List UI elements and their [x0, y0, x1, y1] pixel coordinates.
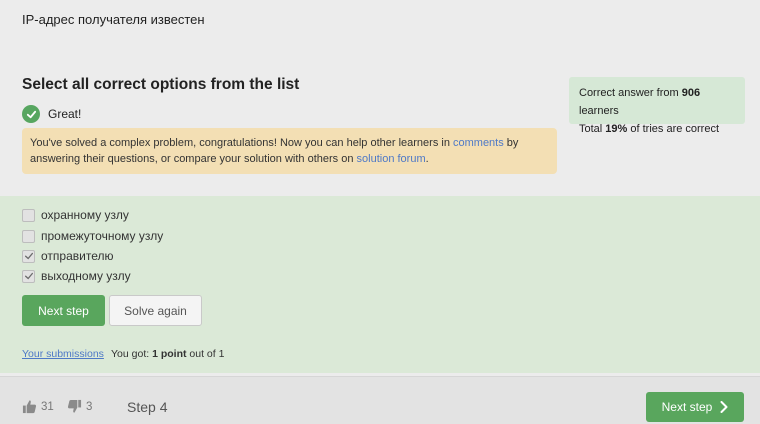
your-submissions-link[interactable]: Your submissions	[22, 348, 104, 360]
chevron-right-icon	[720, 401, 728, 413]
score-suffix: out of 1	[186, 348, 225, 360]
option-label: промежуточному узлу	[41, 229, 164, 243]
footer-next-step-button[interactable]: Next step	[646, 392, 744, 422]
notice-text-3: .	[425, 153, 429, 165]
correct-percent: 19%	[605, 123, 628, 135]
footer-next-label: Next step	[661, 400, 713, 414]
notice-text-1: You've solved a complex problem, congrat…	[30, 137, 453, 149]
question-text: IP-адрес получателя известен	[22, 12, 205, 27]
stats-panel: Correct answer from 906 learners Total 1…	[569, 77, 745, 135]
option-checkbox[interactable]	[22, 249, 35, 263]
thumbs-up-icon	[22, 400, 37, 414]
checkmark-icon	[24, 252, 33, 260]
option-label: выходному узлу	[41, 269, 131, 283]
question-heading: Select all correct options from the list	[22, 76, 300, 93]
option-0[interactable]: охранному узлу	[22, 208, 129, 222]
option-checkbox[interactable]	[22, 229, 35, 243]
option-label: отправителю	[41, 249, 114, 263]
like-count: 31	[41, 400, 54, 413]
congrats-notice: You've solved a complex problem, congrat…	[22, 128, 557, 174]
success-check-icon	[22, 105, 40, 123]
option-checkbox[interactable]	[22, 208, 35, 222]
next-step-button[interactable]: Next step	[22, 295, 105, 326]
option-label: охранному узлу	[41, 208, 129, 222]
step-label: Step 4	[127, 399, 168, 415]
stats-learners-suffix: learners	[579, 105, 619, 117]
option-2[interactable]: отправителю	[22, 249, 113, 263]
option-3[interactable]: выходному узлу	[22, 269, 131, 283]
stats-percent-prefix: Total	[579, 123, 606, 135]
stats-learners-prefix: Correct answer from	[579, 87, 682, 99]
comments-link[interactable]: comments	[453, 137, 504, 149]
option-checkbox[interactable]	[22, 269, 35, 283]
stats-percent: Total 19% of tries are correct	[579, 120, 735, 138]
checkmark-icon	[24, 272, 33, 280]
option-1[interactable]: промежуточному узлу	[22, 229, 163, 243]
like-button[interactable]: 31	[22, 399, 54, 414]
thumbs-down-icon	[67, 399, 82, 413]
score-points: 1 point	[152, 348, 187, 360]
footer-bar: 31 3 Step 4 Next step	[0, 376, 760, 424]
result-status: Great!	[22, 105, 81, 123]
dislike-count: 3	[86, 400, 93, 413]
great-label: Great!	[48, 107, 82, 121]
answer-area	[0, 196, 760, 373]
solve-again-button[interactable]: Solve again	[109, 295, 202, 326]
dislike-button[interactable]: 3	[67, 399, 92, 414]
stats-percent-suffix: of tries are correct	[627, 123, 720, 135]
stats-learners: Correct answer from 906 learners	[579, 84, 735, 120]
solution-forum-link[interactable]: solution forum	[357, 153, 426, 165]
score-prefix: You got:	[111, 348, 153, 360]
score-text: You got: 1 point out of 1	[111, 348, 224, 360]
learners-count: 906	[681, 87, 701, 99]
